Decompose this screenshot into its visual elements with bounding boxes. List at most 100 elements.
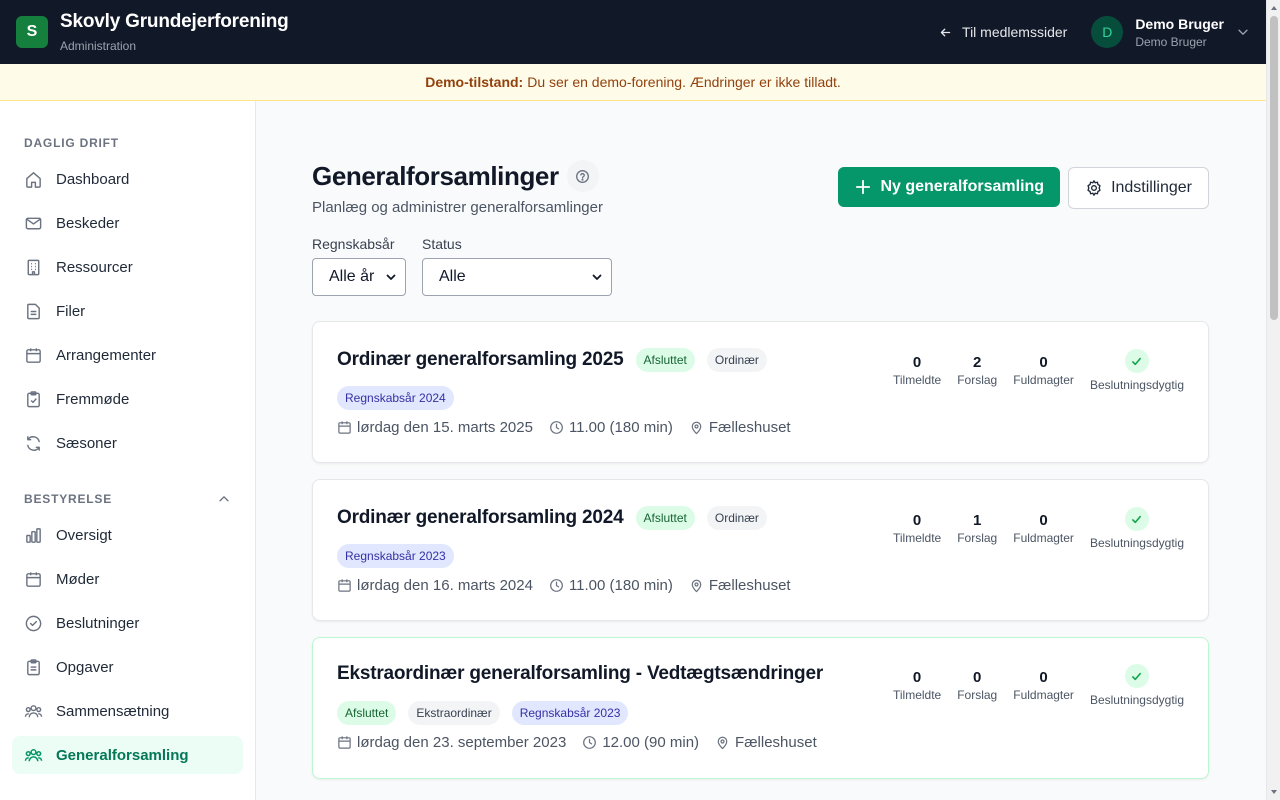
filters: Regnskabsår Alle år Status Alle bbox=[312, 236, 1209, 296]
stat-value: 2 bbox=[973, 354, 982, 371]
user-menu[interactable]: Demo Bruger Demo Bruger bbox=[1135, 16, 1224, 49]
time-text: 11.00 (180 min) bbox=[568, 577, 673, 594]
sidebar-item-label: Ressourcer bbox=[56, 258, 133, 276]
top-bar: S Skovly Grundejerforening Administratio… bbox=[0, 0, 1266, 64]
sidebar-item-files[interactable]: Filer bbox=[12, 292, 243, 330]
check-icon bbox=[1124, 349, 1149, 373]
sidebar-item-label: Sammensætning bbox=[56, 702, 170, 720]
sidebar-item-attendance[interactable]: Fremmøde bbox=[12, 380, 243, 418]
stat-value: 0 bbox=[912, 669, 922, 686]
sidebar-item-decisions[interactable]: Beslutninger bbox=[12, 604, 243, 642]
status-badge: Afsluttet bbox=[635, 348, 695, 372]
sidebar-item-label: Opgaver bbox=[56, 658, 114, 676]
card-title-row: Ordinær generalforsamling 2025 Afsluttet… bbox=[337, 348, 767, 372]
stat-label: Forslag bbox=[957, 531, 998, 545]
assembly-date: lørdag den 23. september 2023 bbox=[337, 734, 566, 751]
assembly-card[interactable]: Ordinær generalforsamling 2025 Afsluttet… bbox=[312, 321, 1209, 463]
clipboard-icon bbox=[27, 658, 40, 675]
calendar-icon bbox=[338, 421, 351, 434]
stat-proposals: 2 Forslag bbox=[957, 349, 997, 387]
sidebar-item-seasons[interactable]: Sæsoner bbox=[12, 424, 243, 462]
calendar-icon bbox=[26, 571, 41, 587]
check-circle-icon bbox=[25, 615, 42, 631]
stat-value: 0 bbox=[973, 669, 982, 686]
assembly-title[interactable]: Ordinær generalforsamling 2024 bbox=[337, 507, 624, 529]
assembly-meta: lørdag den 15. marts 2025 11.00 (180 min… bbox=[337, 419, 791, 436]
chevron-up-icon[interactable] bbox=[217, 492, 231, 506]
date-text: lørdag den 15. marts 2025 bbox=[357, 419, 533, 436]
stat-value: 1 bbox=[973, 512, 982, 529]
date-text: lørdag den 16. marts 2024 bbox=[357, 577, 533, 594]
sidebar-item-meetings[interactable]: Møder bbox=[12, 560, 243, 598]
assembly-title[interactable]: Ordinær generalforsamling 2025 bbox=[337, 349, 624, 371]
assembly-list: Ordinær generalforsamling 2025 Afsluttet… bbox=[312, 321, 1209, 779]
sidebar-item-messages[interactable]: Beskeder bbox=[12, 204, 243, 242]
scroll-thumb[interactable] bbox=[1270, 16, 1278, 320]
assembly-stats: 0 Tilmeldte 0 Forslag 0 Fuldmagter Beslu… bbox=[893, 664, 1184, 707]
scroll-up-arrow-icon[interactable] bbox=[1270, 4, 1278, 12]
calendar-icon bbox=[338, 736, 351, 749]
org-logo[interactable]: S bbox=[16, 16, 48, 48]
users-group-icon bbox=[24, 748, 43, 761]
page-scrollbar[interactable] bbox=[1266, 0, 1280, 800]
assembly-title[interactable]: Ekstraordinær generalforsamling - Vedtæg… bbox=[337, 663, 823, 685]
sidebar-item-tasks[interactable]: Opgaver bbox=[12, 648, 243, 686]
map-pin-icon bbox=[691, 579, 702, 593]
plus-icon bbox=[856, 179, 871, 195]
chevron-down-icon[interactable] bbox=[1236, 25, 1250, 39]
stat-value: 0 bbox=[1039, 354, 1048, 371]
sidebar-item-overview[interactable]: Oversigt bbox=[12, 516, 243, 554]
sidebar-section-daily: DAGLIG DRIFT bbox=[12, 113, 243, 160]
status-select[interactable]: Alle bbox=[422, 258, 612, 296]
mail-icon bbox=[25, 217, 42, 229]
sidebar-item-resources[interactable]: Ressourcer bbox=[12, 248, 243, 286]
new-assembly-button[interactable]: Ny generalforsamling bbox=[838, 167, 1061, 207]
sidebar-section-board[interactable]: BESTYRELSE bbox=[12, 468, 243, 516]
sidebar-item-label: Beslutninger bbox=[56, 614, 140, 632]
section-title: DAGLIG DRIFT bbox=[24, 136, 119, 150]
assembly-card[interactable]: Ordinær generalforsamling 2024 Afsluttet… bbox=[312, 479, 1209, 621]
file-icon bbox=[27, 303, 40, 319]
assembly-meta: lørdag den 16. marts 2024 11.00 (180 min… bbox=[337, 577, 791, 594]
demo-banner-label: Demo-tilstand: bbox=[425, 74, 524, 90]
org-name[interactable]: Skovly Grundejerforening bbox=[60, 11, 289, 33]
gear-icon bbox=[1087, 180, 1101, 196]
year-filter: Regnskabsår Alle år bbox=[312, 236, 406, 296]
sidebar-item-label: Filer bbox=[56, 302, 86, 320]
fiscal-year-badge: Regnskabsår 2024 bbox=[337, 386, 454, 410]
sidebar-item-label: Fremmøde bbox=[56, 390, 130, 408]
stat-registered: 0 Tilmeldte bbox=[893, 507, 941, 545]
badge-row: Regnskabsår 2023 bbox=[337, 544, 454, 568]
scroll-down-arrow-icon[interactable] bbox=[1270, 788, 1278, 796]
stat-label: Fuldmagter bbox=[1013, 688, 1074, 702]
sidebar-item-composition[interactable]: Sammensætning bbox=[12, 692, 243, 730]
brand: Skovly Grundejerforening Administration bbox=[60, 11, 289, 53]
clock-icon bbox=[583, 736, 597, 749]
fiscal-year-badge: Regnskabsår 2023 bbox=[337, 544, 454, 568]
calendar-icon bbox=[26, 347, 41, 363]
stat-registered: 0 Tilmeldte bbox=[893, 349, 941, 387]
year-select[interactable]: Alle år bbox=[312, 258, 406, 296]
assembly-location: Fælleshuset bbox=[689, 577, 791, 594]
assembly-time: 11.00 (180 min) bbox=[549, 419, 673, 436]
assembly-date: lørdag den 15. marts 2025 bbox=[337, 419, 533, 436]
settings-button[interactable]: Indstillinger bbox=[1068, 167, 1209, 209]
assembly-time: 11.00 (180 min) bbox=[549, 577, 673, 594]
org-subtitle: Administration bbox=[60, 39, 137, 53]
avatar[interactable]: D bbox=[1091, 16, 1124, 48]
sidebar-item-general-assembly[interactable]: Generalforsamling bbox=[12, 736, 243, 774]
main-content: Generalforsamlinger Planlæg og administr… bbox=[312, 101, 1209, 795]
type-badge: Ordinær bbox=[706, 348, 767, 372]
section-title: BESTYRELSE bbox=[24, 492, 113, 506]
help-button[interactable] bbox=[566, 160, 599, 192]
stat-label: Forslag bbox=[957, 373, 998, 387]
stat-registered: 0 Tilmeldte bbox=[893, 664, 941, 702]
location-text: Fælleshuset bbox=[735, 734, 817, 751]
stat-label: Forslag bbox=[957, 688, 998, 702]
card-title-row: Ordinær generalforsamling 2024 Afsluttet… bbox=[337, 506, 767, 530]
assembly-card[interactable]: Ekstraordinær generalforsamling - Vedtæg… bbox=[312, 637, 1209, 779]
sidebar-item-dashboard[interactable]: Dashboard bbox=[12, 160, 243, 198]
sidebar-item-events[interactable]: Arrangementer bbox=[12, 336, 243, 374]
stat-quorum: Beslutningsdygtig bbox=[1090, 664, 1184, 707]
back-to-members-link[interactable]: Til medlemssider bbox=[939, 24, 1067, 40]
